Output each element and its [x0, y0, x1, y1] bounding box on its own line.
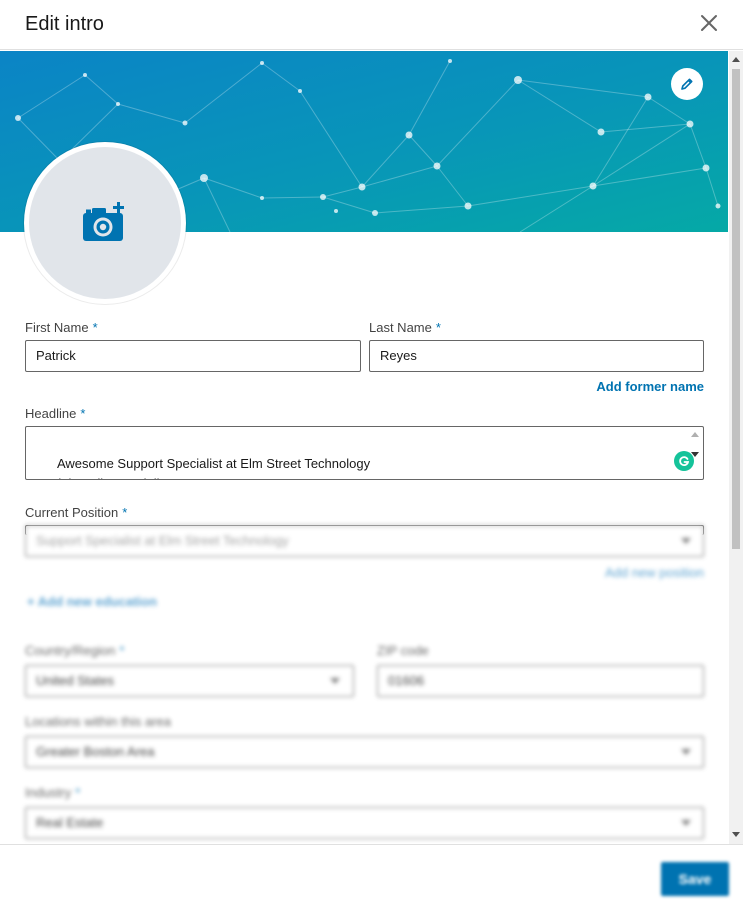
plus-icon: + [27, 594, 38, 609]
chevron-down-icon [681, 820, 691, 826]
first-name-label-text: First Name [25, 320, 89, 335]
chevron-down-icon [681, 538, 691, 544]
headline-text: Awesome Support Specialist at Elm Street… [36, 456, 371, 479]
zip-label: ZIP code [377, 643, 429, 658]
add-new-education-link[interactable]: + Add new education [27, 594, 157, 609]
edit-banner-button[interactable] [671, 68, 703, 100]
headline-label-text: Headline [25, 406, 77, 421]
vertical-scrollbar[interactable] [729, 51, 743, 844]
add-new-education-text: Add new education [37, 594, 157, 609]
modal-title: Edit intro [25, 13, 104, 35]
locations-label: Locations within this area [25, 714, 171, 729]
chevron-down-icon [330, 678, 340, 684]
blurred-form-section: Support Specialist at Elm Street Technol… [0, 525, 728, 844]
current-position-select[interactable]: Support Specialist at Elm Street Technol… [25, 525, 704, 557]
scrollbar-thumb[interactable] [732, 69, 740, 549]
required-marker: * [119, 643, 125, 658]
required-marker: * [75, 785, 81, 800]
current-position-label-text: Current Position [25, 505, 119, 520]
zip-field[interactable]: 01606 [377, 665, 704, 697]
industry-label-text: Industry [25, 785, 72, 800]
scroll-down-arrow-icon[interactable] [732, 832, 740, 837]
current-position-label: Current Position * [25, 505, 127, 520]
textarea-scroll-up-icon[interactable] [691, 432, 699, 437]
save-button[interactable]: Save [661, 862, 729, 896]
pencil-icon [681, 78, 693, 90]
edit-intro-modal: Edit intro First Name * Patrick Last Nam… [0, 0, 743, 904]
country-label-text: Country/Region [25, 643, 116, 658]
add-new-position-link[interactable]: Add new position [605, 565, 704, 580]
country-select[interactable]: United States [25, 665, 354, 697]
modal-footer: Save [0, 844, 743, 904]
last-name-label: Last Name * [369, 320, 441, 335]
grammarly-icon[interactable] [674, 451, 694, 471]
headline-textarea[interactable]: Awesome Support Specialist at Elm Street… [25, 426, 704, 480]
required-marker: * [122, 505, 128, 520]
country-label: Country/Region * [25, 643, 124, 658]
required-marker: * [435, 320, 441, 335]
modal-header: Edit intro [0, 0, 743, 50]
add-former-name-link[interactable]: Add former name [596, 379, 704, 394]
profile-photo-frame [24, 142, 186, 304]
add-photo-button[interactable] [29, 147, 181, 299]
last-name-label-text: Last Name [369, 320, 432, 335]
chevron-down-icon [681, 749, 691, 755]
required-marker: * [80, 406, 86, 421]
locations-select[interactable]: Greater Boston Area [25, 736, 704, 768]
modal-body: First Name * Patrick Last Name * Reyes Add… [0, 51, 743, 844]
close-icon [701, 15, 717, 31]
required-marker: * [92, 320, 98, 335]
camera-add-icon [83, 202, 124, 241]
industry-label: Industry * [25, 785, 80, 800]
industry-select[interactable]: Real Estate [25, 807, 704, 839]
first-name-label: First Name * [25, 320, 98, 335]
close-button[interactable] [694, 8, 726, 40]
last-name-field[interactable]: Reyes [369, 340, 704, 372]
scroll-up-arrow-icon[interactable] [732, 57, 740, 62]
current-position-value: Support Specialist at Elm Street Technol… [36, 533, 289, 548]
headline-label: Headline * [25, 406, 85, 421]
grammarly-g-icon [679, 456, 690, 466]
first-name-field[interactable]: Patrick [25, 340, 361, 372]
